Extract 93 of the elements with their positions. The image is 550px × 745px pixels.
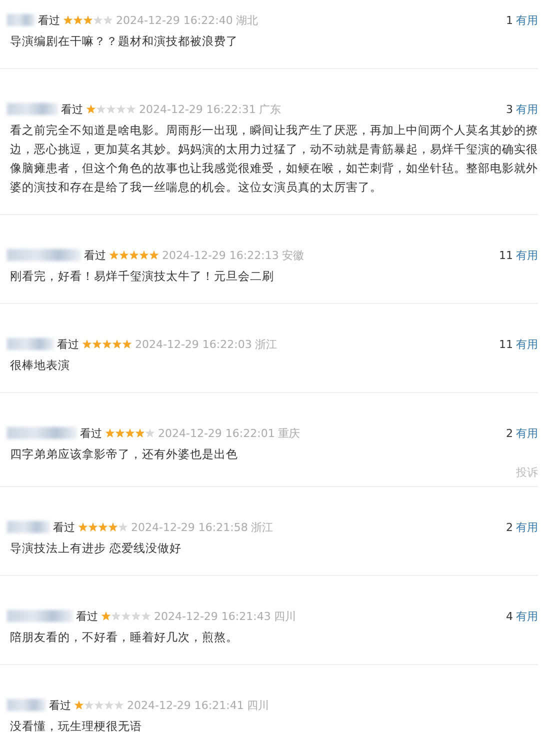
review-location: 重庆 (278, 426, 300, 440)
blurred-username (7, 103, 58, 115)
useful-count: 2 (506, 426, 513, 440)
review-text: 刚看完，好看！易烊千玺演技太牛了！元旦会二刷 (10, 268, 275, 285)
review-text: 导演编剧在干嘛？？题材和演技都被浪费了 (10, 33, 239, 50)
star-icon (78, 522, 88, 532)
star-icon (118, 522, 128, 532)
useful-count: 4 (506, 610, 513, 622)
star-icon (111, 611, 121, 621)
star-icon (101, 611, 111, 621)
blurred-username (7, 699, 46, 711)
watched-label: 看过 (84, 248, 106, 262)
star-icon (74, 700, 84, 710)
review-location: 湖北 (236, 12, 258, 28)
review-time: 2024-12-29 16:21:58 (131, 520, 248, 534)
star-icon (103, 15, 113, 25)
star-icon (109, 250, 119, 260)
useful-count: 2 (506, 520, 513, 534)
review-location: 广东 (258, 102, 281, 116)
blurred-username (7, 338, 54, 350)
useful-count: 11 (499, 338, 513, 350)
useful-link[interactable]: 有用 (516, 336, 538, 352)
watched-label: 看过 (80, 426, 102, 440)
star-icon (119, 250, 129, 260)
star-icon (105, 428, 115, 438)
useful-count: 1 (506, 14, 513, 26)
star-icon (86, 104, 96, 114)
watched-label: 看过 (38, 12, 60, 28)
star-icon (114, 700, 124, 710)
review-location: 四川 (246, 698, 269, 712)
star-icon (98, 522, 108, 532)
review-time: 2024-12-29 16:22:13 (162, 248, 279, 262)
useful-link[interactable]: 有用 (516, 248, 538, 262)
star-icon (73, 15, 83, 25)
watched-label: 看过 (57, 336, 79, 352)
review-location: 浙江 (250, 520, 273, 534)
star-icon (131, 611, 141, 621)
useful-link[interactable]: 有用 (516, 520, 538, 534)
star-icon (93, 15, 103, 25)
star-icon (139, 250, 149, 260)
star-icon (108, 522, 118, 532)
review-text: 导演技法上有进步 恋爱线没做好 (10, 540, 183, 557)
star-icon (82, 339, 92, 349)
review-text: 很棒地表演 (10, 357, 71, 374)
review-time: 2024-12-29 16:22:40 (116, 14, 233, 26)
watched-label: 看过 (49, 698, 71, 712)
star-icon (122, 339, 132, 349)
review-location: 四川 (274, 608, 296, 624)
review-text: 陪朋友看的，不好看，睡着好几次，煎熬。 (10, 629, 239, 646)
star-icon (102, 339, 112, 349)
blurred-username (7, 610, 73, 622)
blurred-username (7, 427, 77, 439)
star-icon (83, 15, 93, 25)
star-icon (115, 428, 125, 438)
review-text: 看之前完全不知道是啥电影。周雨彤一出现，瞬间让我产生了厌恶，再加上中间两个人莫名其妙的撩边，恶心挑逗，更加莫名其妙。妈妈演的太用力过猛了，动不动就是青筋暴起，易烊千玺演的确实很像脑瘫患者，但这个角色的故事也让我感觉很难受，如鲠在喉，如芒刺背，如坐针毡。整部电影就外婆的演技和存在是给了我一丝喘息的机会。这位女演员真的太厉害了。 (10, 122, 538, 196)
star-icon (94, 700, 104, 710)
watched-label: 看过 (61, 102, 83, 116)
useful-link[interactable]: 有用 (516, 12, 538, 28)
useful-count: 11 (499, 248, 513, 262)
star-icon (145, 428, 155, 438)
star-icon (112, 339, 122, 349)
review-time: 2024-12-29 16:22:31 (139, 102, 256, 116)
star-icon (126, 104, 136, 114)
review-time: 2024-12-29 16:22:03 (135, 338, 252, 350)
review-text: 四字弟弟应该拿影帝了，还有外婆也是出色 (10, 446, 239, 463)
star-icon (129, 250, 139, 260)
review-location: 安徽 (282, 248, 304, 262)
review-time: 2024-12-29 16:22:01 (158, 426, 275, 440)
useful-link[interactable]: 有用 (516, 608, 538, 624)
watched-label: 看过 (53, 520, 75, 534)
star-icon (63, 15, 73, 25)
star-icon (121, 611, 131, 621)
star-icon (84, 700, 94, 710)
star-icon (106, 104, 116, 114)
star-icon (104, 700, 114, 710)
watched-label: 看过 (76, 608, 98, 624)
star-icon (96, 104, 106, 114)
review-time: 2024-12-29 16:21:41 (127, 698, 244, 712)
star-icon (92, 339, 102, 349)
review-location: 浙江 (254, 336, 277, 352)
useful-link[interactable]: 有用 (516, 426, 538, 440)
star-icon (149, 250, 159, 260)
star-icon (135, 428, 145, 438)
star-icon (125, 428, 135, 438)
star-icon (88, 522, 98, 532)
blurred-username (7, 521, 50, 533)
star-icon (141, 611, 151, 621)
review-time: 2024-12-29 16:21:43 (154, 610, 271, 622)
star-icon (116, 104, 126, 114)
blurred-username (7, 14, 35, 26)
useful-count: 3 (506, 102, 513, 116)
useful-link[interactable]: 有用 (516, 102, 538, 116)
review-text: 没看懂，玩生理梗很无语 (10, 718, 143, 735)
